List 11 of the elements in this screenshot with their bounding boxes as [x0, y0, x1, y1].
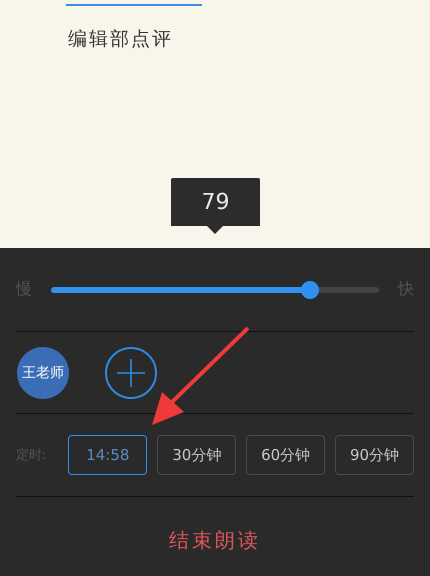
timer-option[interactable]: 14:58: [68, 435, 148, 475]
slider-thumb[interactable]: [301, 280, 320, 298]
timer-option[interactable]: 60分钟: [246, 435, 326, 475]
timer-option[interactable]: 90分钟: [335, 435, 414, 475]
add-voice-button[interactable]: [105, 346, 157, 398]
value-tooltip: 79: [171, 178, 260, 234]
stop-reading-button[interactable]: 结束朗读: [161, 523, 269, 558]
voice-avatar[interactable]: 王老师: [17, 346, 69, 398]
plus-icon: [117, 358, 145, 386]
section-title: 编辑部点评: [68, 27, 174, 52]
timer-option[interactable]: 30分钟: [157, 435, 236, 475]
